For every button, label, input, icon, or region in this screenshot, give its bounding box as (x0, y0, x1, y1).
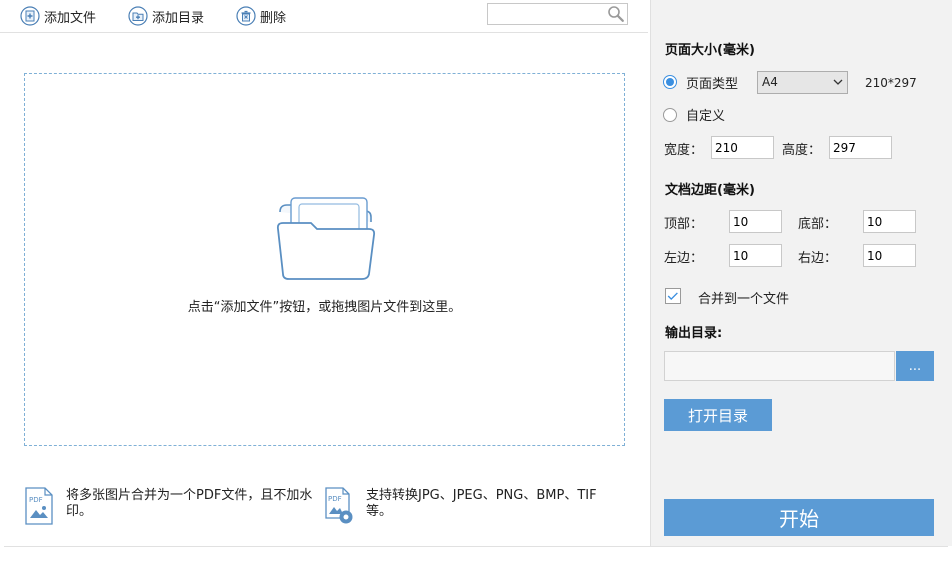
search-input[interactable] (488, 4, 612, 24)
feature-formats: PDF 支持转换JPG、JPEG、PNG、BMP、TIF等。 (324, 486, 616, 526)
left-margin-input[interactable] (730, 245, 782, 266)
file-drop-zone[interactable]: 点击“添加文件”按钮，或拖拽图片文件到这里。 (24, 73, 625, 446)
search-box (487, 3, 628, 25)
start-label: 开始 (779, 507, 819, 531)
settings-panel: 页面大小(毫米) 页面类型 A4 210*297 自定义 宽度： 高度： 文档边… (650, 0, 952, 546)
merge-checkbox[interactable] (665, 288, 681, 304)
bottom-margin-label: 底部： (798, 217, 838, 232)
svg-text:PDF: PDF (29, 496, 43, 504)
output-dir-title: 输出目录: (665, 326, 723, 341)
start-button[interactable]: 开始 (664, 499, 934, 536)
bottom-margin-input[interactable] (864, 211, 916, 232)
svg-text:PDF: PDF (328, 495, 342, 503)
output-dir-input[interactable] (665, 352, 893, 380)
top-margin-input[interactable] (730, 211, 782, 232)
add-folder-label: 添加目录 (152, 10, 205, 26)
height-label: 高度： (782, 143, 822, 158)
page-type-dims: 210*297 (865, 76, 917, 90)
pdf-image-icon: PDF (25, 487, 53, 525)
right-margin-field (863, 244, 916, 267)
top-margin-field (729, 210, 782, 233)
bottom-divider (4, 546, 948, 547)
pdf-settings-icon: PDF (325, 487, 353, 524)
delete-label: 删除 (260, 10, 287, 26)
left-margin-label: 左边： (664, 251, 704, 266)
left-margin-field (729, 244, 782, 267)
right-margin-label: 右边： (798, 251, 838, 266)
custom-size-radio[interactable] (663, 108, 677, 122)
feature-merge-text: 将多张图片合并为一个PDF文件，且不加水印。 (66, 488, 313, 519)
chevron-down-icon (833, 79, 843, 85)
merge-label: 合并到一个文件 (698, 292, 790, 307)
page-type-select[interactable]: A4 (757, 71, 848, 94)
add-file-icon (20, 6, 40, 26)
check-icon (667, 292, 678, 301)
output-dir-field (664, 351, 895, 381)
add-folder-button[interactable]: 添加目录 (128, 5, 204, 27)
page-type-radio[interactable] (663, 75, 677, 89)
search-icon[interactable] (606, 5, 626, 23)
open-dir-button[interactable]: 打开目录 (664, 399, 772, 431)
toolbar: 添加文件 添加目录 删除 (0, 0, 648, 33)
custom-size-label: 自定义 (686, 109, 726, 124)
right-margin-input[interactable] (864, 245, 916, 266)
delete-button[interactable]: 删除 (236, 5, 286, 27)
page-type-value: A4 (762, 75, 778, 89)
page-type-label: 页面类型 (686, 77, 739, 92)
add-file-button[interactable]: 添加文件 (20, 5, 96, 27)
width-field (711, 136, 774, 159)
height-field (829, 136, 892, 159)
open-dir-label: 打开目录 (687, 406, 748, 425)
add-file-label: 添加文件 (44, 10, 97, 26)
width-input[interactable] (712, 137, 774, 158)
height-input[interactable] (830, 137, 892, 158)
open-folder-icon (276, 197, 376, 280)
drop-hint-text: 点击“添加文件”按钮，或拖拽图片文件到这里。 (187, 300, 462, 315)
feature-formats-text: 支持转换JPG、JPEG、PNG、BMP、TIF等。 (366, 488, 597, 519)
top-margin-label: 顶部： (664, 217, 704, 232)
add-folder-icon (128, 6, 148, 26)
bottom-margin-field (863, 210, 916, 233)
width-label: 宽度： (664, 143, 704, 158)
feature-merge: PDF 将多张图片合并为一个PDF文件，且不加水印。 (24, 486, 316, 526)
delete-icon (236, 6, 256, 26)
browse-button[interactable]: ... (896, 351, 934, 381)
browse-label: ... (908, 358, 922, 374)
page-size-title: 页面大小(毫米) (665, 43, 755, 58)
margin-title: 文档边距(毫米) (665, 183, 755, 198)
